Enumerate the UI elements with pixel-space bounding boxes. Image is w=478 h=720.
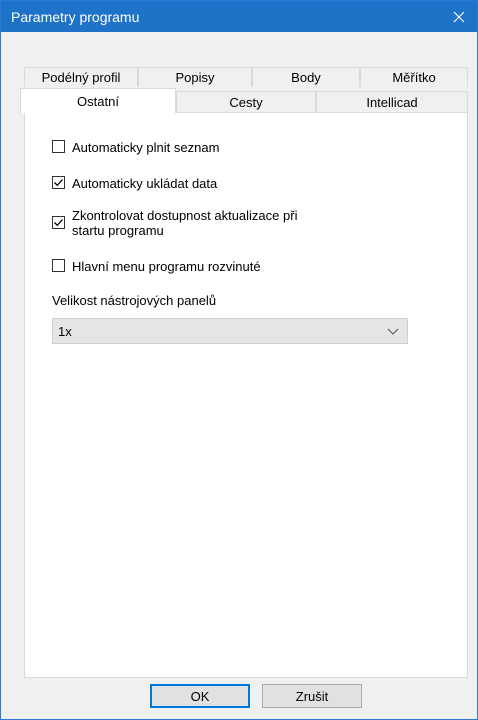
close-icon <box>453 11 465 22</box>
toolbar-size-select[interactable]: 1x <box>52 318 408 344</box>
option-label: Automaticky plnit seznam <box>72 140 220 155</box>
tab-label: Měřítko <box>392 70 436 85</box>
tab-panel-ostatni: Automaticky plnit seznam Automaticky ukl… <box>24 112 468 678</box>
tab-cesty[interactable]: Cesty <box>176 91 316 112</box>
tab-label: Cesty <box>229 94 263 110</box>
tab-podelny-profil[interactable]: Podélný profil <box>24 67 138 87</box>
cancel-button[interactable]: Zrušit <box>262 684 362 708</box>
option-main-menu-expanded[interactable]: Hlavní menu programu rozvinuté <box>52 259 261 274</box>
tab-body[interactable]: Body <box>252 67 360 87</box>
tab-label: Body <box>291 70 321 85</box>
checkbox[interactable] <box>52 216 65 229</box>
option-auto-save-data[interactable]: Automaticky ukládat data <box>52 176 217 191</box>
checkbox[interactable] <box>52 140 65 153</box>
chevron-down-icon <box>387 328 399 335</box>
ok-button[interactable]: OK <box>150 684 250 708</box>
checkbox[interactable] <box>52 176 65 189</box>
settings-dialog: Parametry programu Podélný profil Popisy… <box>0 0 478 720</box>
option-label: Zkontrolovat dostupnost aktualizace při … <box>72 208 297 238</box>
tab-ostatni[interactable]: Ostatní <box>20 88 176 113</box>
option-label-line: startu programu <box>72 223 164 238</box>
option-auto-fill-list[interactable]: Automaticky plnit seznam <box>52 140 219 155</box>
option-label: Automaticky ukládat data <box>72 176 218 191</box>
button-label: Zrušit <box>295 688 329 704</box>
tab-label: Intellicad <box>366 94 418 110</box>
title-bar: Parametry programu <box>1 1 477 32</box>
checkbox[interactable] <box>52 259 65 272</box>
close-button[interactable] <box>441 1 477 32</box>
option-check-updates[interactable]: Zkontrolovat dostupnost aktualizace při … <box>52 208 297 238</box>
tab-intellicad[interactable]: Intellicad <box>316 91 468 112</box>
window-title: Parametry programu <box>11 9 140 25</box>
check-icon <box>54 179 63 187</box>
tab-meritko[interactable]: Měřítko <box>360 67 468 87</box>
option-label: Hlavní menu programu rozvinuté <box>72 259 261 274</box>
tab-popisy[interactable]: Popisy <box>138 67 252 87</box>
tab-label: Podélný profil <box>41 70 121 85</box>
button-label: OK <box>190 688 210 704</box>
toolbar-size-label: Velikost nástrojových panelů <box>52 293 217 308</box>
check-icon <box>54 219 63 227</box>
tab-label: Popisy <box>175 70 215 85</box>
tab-label: Ostatní <box>77 93 119 109</box>
option-label-line: Zkontrolovat dostupnost aktualizace při <box>72 208 298 223</box>
select-value: 1x <box>58 323 72 339</box>
